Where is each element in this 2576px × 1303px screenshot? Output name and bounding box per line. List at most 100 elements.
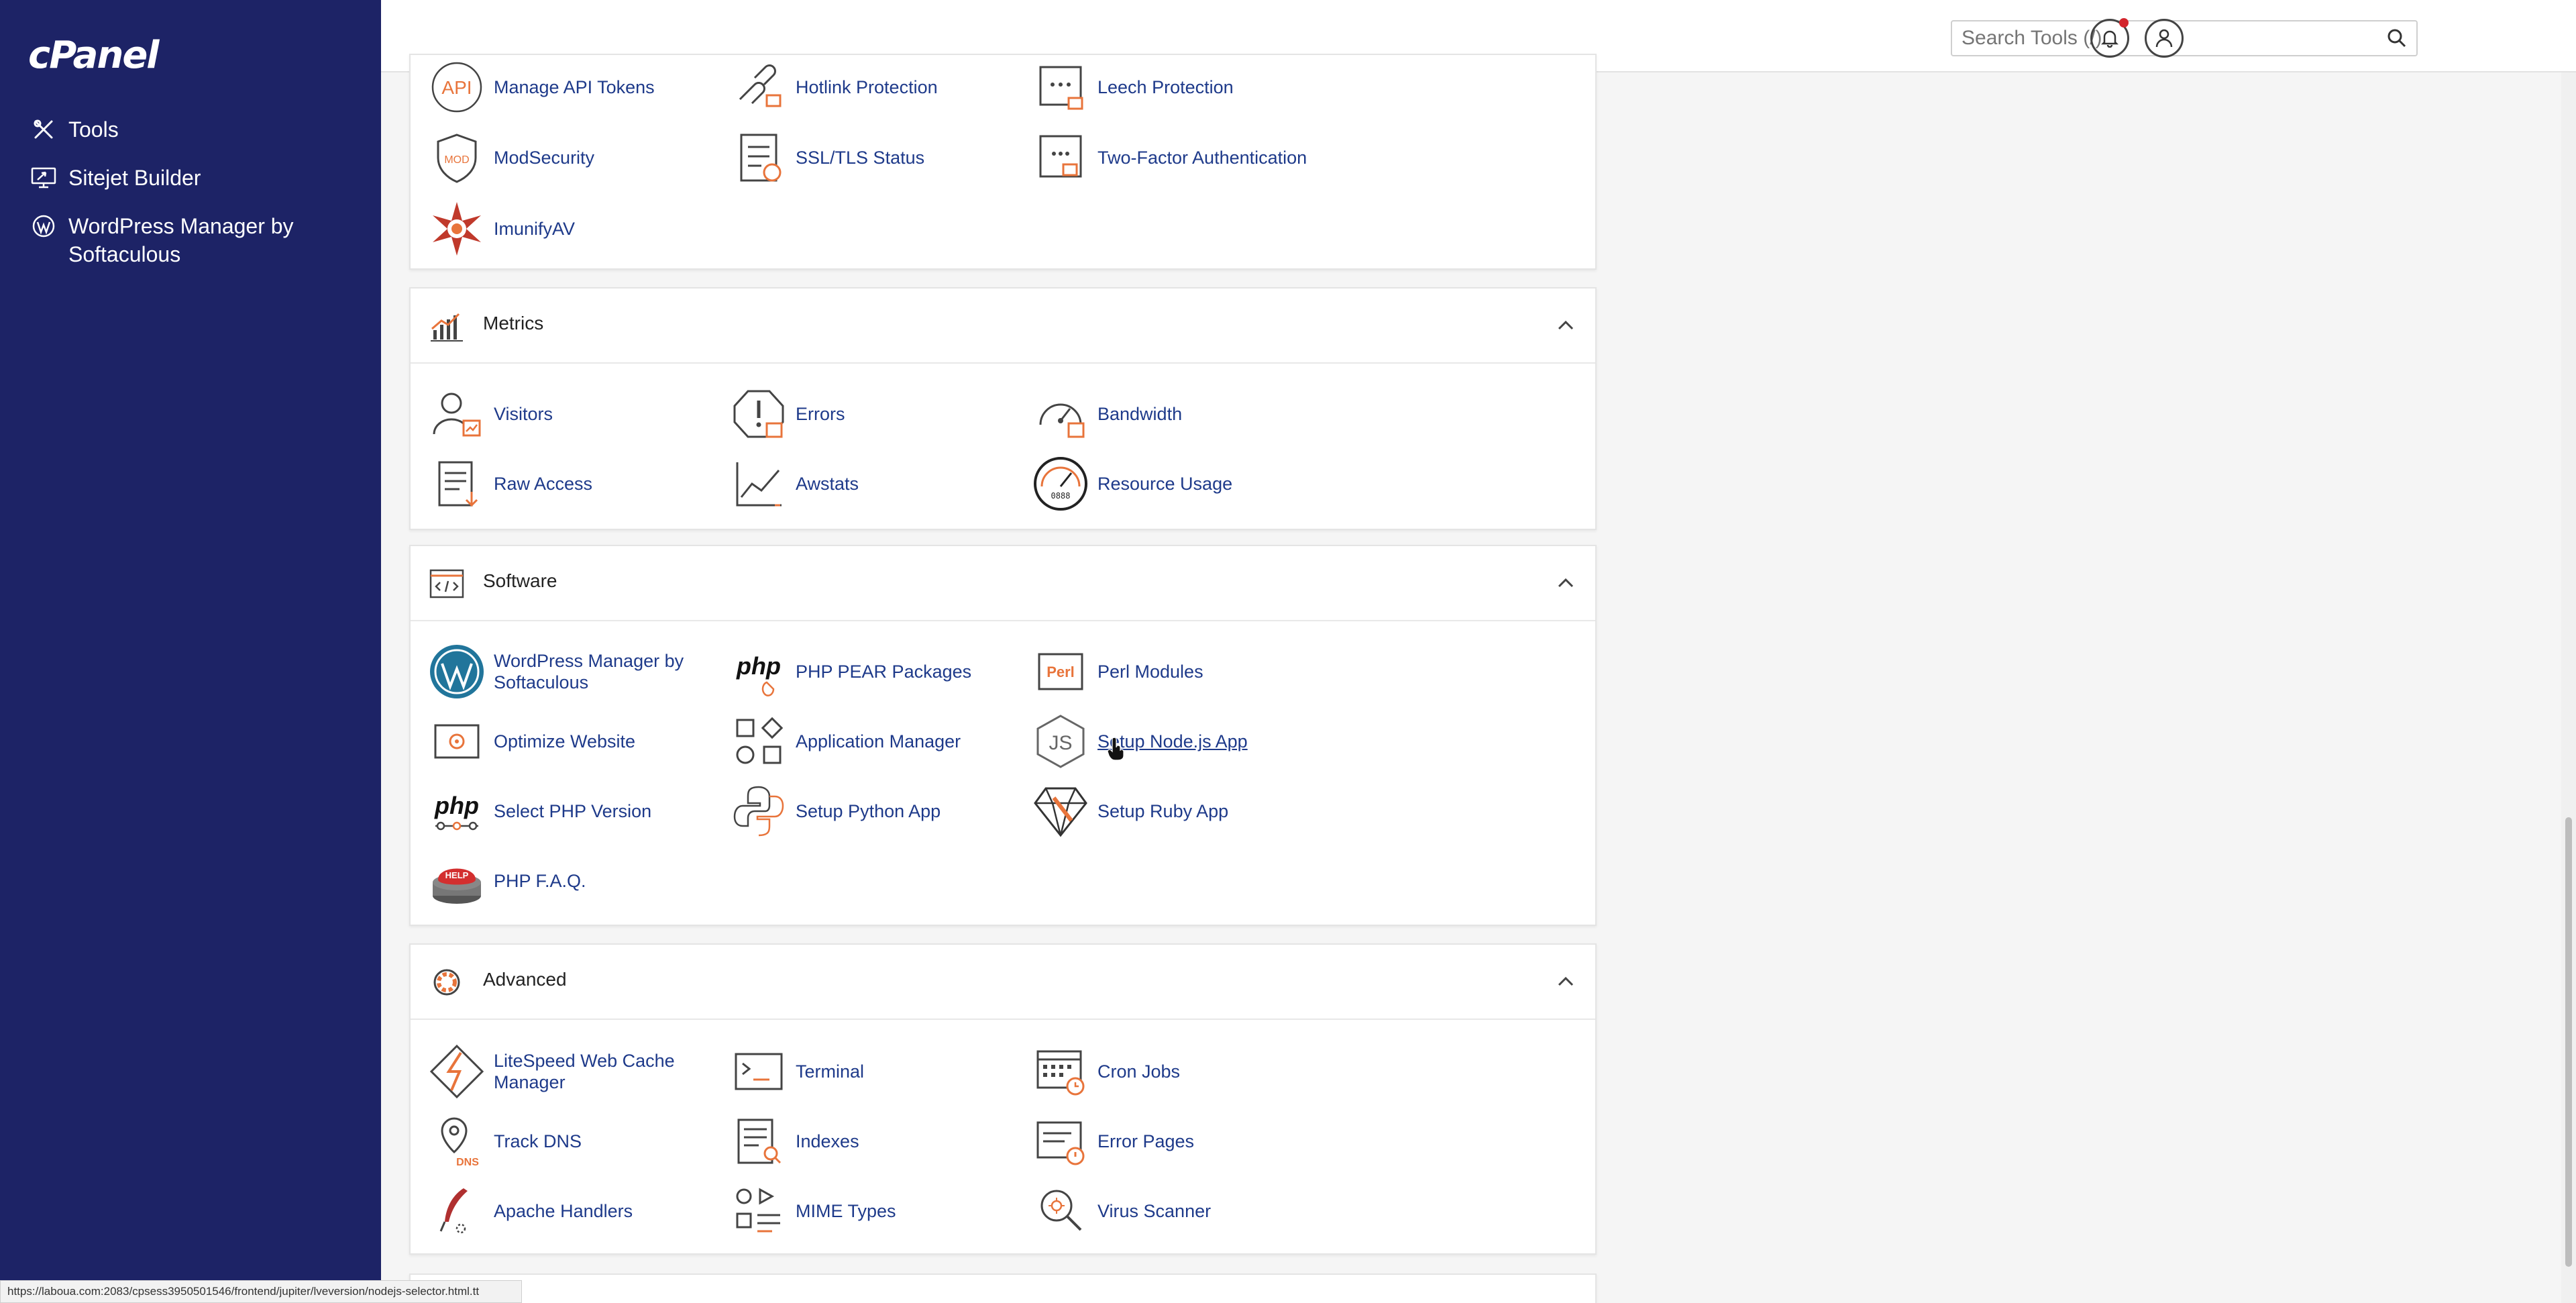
svg-text:MOD: MOD [444,154,469,166]
svg-text:0888: 0888 [1051,491,1071,501]
cpanel-logo[interactable]: cPanel [28,34,159,77]
tool-resource-usage[interactable]: 0888 Resource Usage [1030,454,1319,514]
tool-hotlink-protection[interactable]: Hotlink Protection [729,57,1017,117]
tool-virus-scanner[interactable]: Virus Scanner [1030,1181,1319,1241]
tool-setup-python-app[interactable]: Setup Python App [729,781,1017,841]
tool-errors[interactable]: Errors [729,384,1017,444]
ruby-icon [1030,781,1091,841]
tool-cron-jobs[interactable]: Cron Jobs [1030,1041,1319,1102]
sidebar-item-wordpress-manager[interactable]: WordPress Manager by Softaculous [30,212,337,268]
section-title: Metrics [483,313,544,333]
tool-label: Hotlink Protection [796,77,938,97]
tool-terminal[interactable]: Terminal [729,1041,1017,1102]
tool-imunifyav[interactable]: ImunifyAV [427,199,715,259]
sidebar-item-tools[interactable]: Tools [30,115,337,144]
tool-label: Error Pages [1097,1131,1195,1151]
tool-visitors[interactable]: Visitors [427,384,715,444]
litespeed-icon [427,1041,487,1102]
tool-leech-protection[interactable]: Leech Protection [1030,57,1319,117]
metrics-header[interactable]: Metrics [411,289,1595,364]
notification-badge [2119,18,2129,28]
tool-label: Errors [796,404,845,424]
optimize-website-icon [427,711,487,772]
tool-litespeed-cache-manager[interactable]: LiteSpeed Web Cache Manager [427,1041,715,1102]
tool-ssl-tls-status[interactable]: SSL/TLS Status [729,127,1017,188]
tool-error-pages[interactable]: Error Pages [1030,1111,1319,1171]
tool-label: Indexes [796,1131,859,1151]
sidebar-item-sitejet[interactable]: Sitejet Builder [30,164,337,192]
user-menu-button[interactable] [2145,19,2184,58]
imunifyav-icon [427,199,487,259]
chevron-up-icon[interactable] [1556,318,1575,331]
notifications-button[interactable] [2090,18,2129,58]
tool-label: Bandwidth [1097,404,1183,424]
tool-label: MIME Types [796,1201,896,1221]
gear-icon [433,969,460,996]
tool-bandwidth[interactable]: Bandwidth [1030,384,1319,444]
tool-label: Setup Node.js App [1097,731,1248,751]
scrollbar-thumb[interactable] [2565,817,2572,1267]
sitejet-icon [30,164,58,192]
sidebar-item-label: Sitejet Builder [68,166,201,190]
svg-text:API: API [441,77,472,98]
metrics-panel: Metrics Visitors Errors Bandwidth Raw Ac… [409,287,1597,530]
status-bar-url: https://laboua.com:2083/cpsess3950501546… [0,1280,522,1303]
help-button-icon: HELP [427,851,487,911]
tool-awstats[interactable]: Awstats [729,454,1017,514]
php-version-icon: php [427,781,487,841]
modsecurity-icon: MOD [427,127,487,188]
tool-label: Apache Handlers [494,1201,633,1221]
tool-setup-ruby-app[interactable]: Setup Ruby App [1030,781,1319,841]
feather-icon [427,1181,487,1241]
hotlink-icon [729,57,789,117]
tool-indexes[interactable]: Indexes [729,1111,1017,1171]
sidebar-item-label: Tools [68,117,119,142]
software-icon [429,569,464,598]
software-header[interactable]: Software [411,546,1595,621]
chevron-up-icon[interactable] [1556,576,1575,589]
tool-optimize-website[interactable]: Optimize Website [427,711,715,772]
tool-two-factor-authentication[interactable]: Two-Factor Authentication [1030,127,1319,188]
tool-label: PHP F.A.Q. [494,871,586,891]
tool-setup-nodejs-app[interactable]: JS Setup Node.js App [1030,711,1319,772]
tool-label: Visitors [494,404,553,424]
error-pages-icon [1030,1111,1091,1171]
tool-label: Manage API Tokens [494,77,655,97]
tool-php-faq[interactable]: HELP PHP F.A.Q. [427,851,715,911]
tool-label: Setup Python App [796,801,941,821]
tool-label: Raw Access [494,474,593,494]
scrollbar[interactable] [2561,72,2576,1303]
tool-label: SSL/TLS Status [796,148,925,168]
svg-text:php: php [736,652,781,680]
tool-application-manager[interactable]: Application Manager [729,711,1017,772]
tool-label: Application Manager [796,731,961,751]
tool-label: Virus Scanner [1097,1201,1212,1221]
tool-label: Cron Jobs [1097,1061,1181,1082]
advanced-header[interactable]: Advanced [411,945,1595,1020]
tool-label: Awstats [796,474,859,494]
search-icon[interactable] [2387,28,2407,48]
tool-track-dns[interactable]: DNS Track DNS [427,1111,715,1171]
tool-select-php-version[interactable]: php Select PHP Version [427,781,715,841]
tool-raw-access[interactable]: Raw Access [427,454,715,514]
tool-label: ImunifyAV [494,219,576,239]
svg-text:php: php [434,792,479,819]
tool-label: Select PHP Version [494,801,652,821]
tool-wordpress-manager[interactable]: WordPress Manager by Softaculous [427,641,715,702]
sidebar-item-label: WordPress Manager by Softaculous [68,214,294,266]
tool-manage-api-tokens[interactable]: API Manage API Tokens [427,57,715,117]
tool-mime-types[interactable]: MIME Types [729,1181,1017,1241]
nodejs-icon: JS [1030,711,1091,772]
chevron-up-icon[interactable] [1556,974,1575,988]
tool-perl-modules[interactable]: Perl Perl Modules [1030,641,1319,702]
tool-modsecurity[interactable]: MOD ModSecurity [427,127,715,188]
tool-label: Perl Modules [1097,662,1203,682]
metrics-icon [431,313,463,342]
search-box[interactable] [1951,20,2418,56]
tool-php-pear-packages[interactable]: php PHP PEAR Packages [729,641,1017,702]
errors-icon [729,384,789,444]
tool-apache-handlers[interactable]: Apache Handlers [427,1181,715,1241]
raw-access-icon [427,454,487,514]
sidebar: cPanel Tools Sitejet Builder WordPress M… [0,0,381,1303]
tool-label: Track DNS [494,1131,582,1151]
